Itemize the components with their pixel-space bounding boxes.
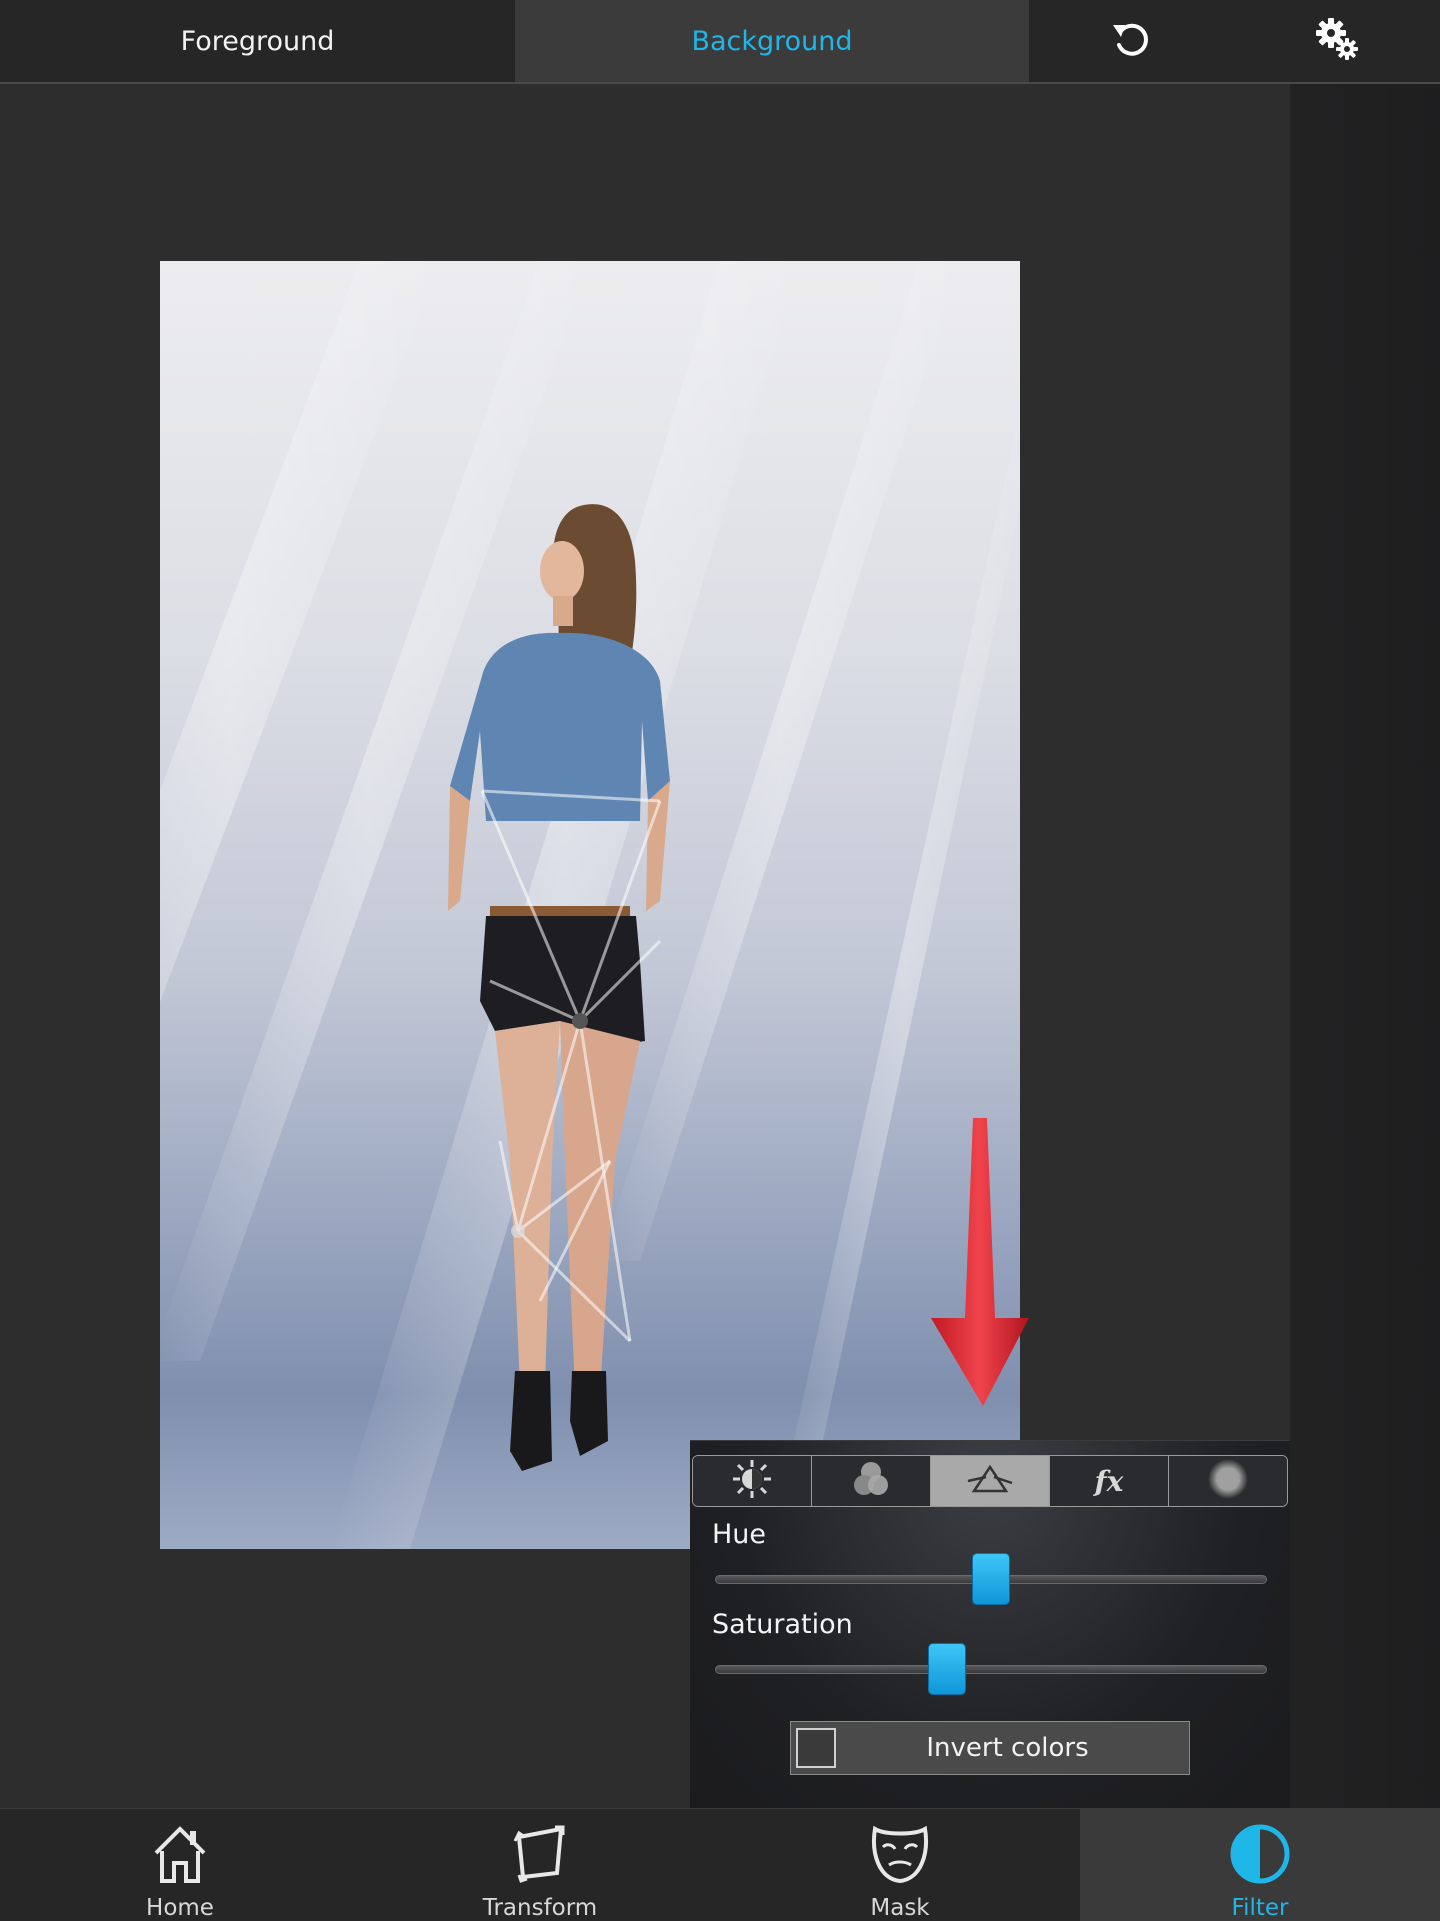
nav-mask[interactable]: Mask (720, 1809, 1080, 1921)
mask-node[interactable] (511, 1224, 525, 1238)
undo-button[interactable] (1071, 0, 1191, 82)
tab-foreground[interactable]: Foreground (0, 0, 515, 82)
nav-home-label: Home (146, 1895, 214, 1921)
tab-effects[interactable]: fx (1050, 1456, 1169, 1506)
saturation-slider-thumb[interactable] (927, 1643, 966, 1695)
tab-hue-saturation[interactable] (931, 1456, 1050, 1506)
tab-background[interactable]: Background (515, 0, 1029, 82)
transform-icon (509, 1823, 571, 1889)
nav-mask-label: Mask (870, 1895, 930, 1921)
invert-colors-toggle[interactable]: Invert colors (790, 1721, 1190, 1775)
filter-panel: fx Hue Saturation Invert colors (690, 1440, 1290, 1809)
gears-icon (1314, 16, 1360, 66)
photo-canvas[interactable] (160, 261, 1020, 1549)
bottom-nav: Home Transform Mask Filter (0, 1808, 1440, 1921)
tab-blur[interactable] (1169, 1456, 1287, 1506)
saturation-label: Saturation (712, 1609, 853, 1640)
top-bar: Foreground Background (0, 0, 1440, 84)
red-arrow-annotation (925, 1118, 1035, 1408)
home-icon (150, 1823, 210, 1889)
mask-node[interactable] (572, 1013, 588, 1029)
nav-filter[interactable]: Filter (1080, 1809, 1440, 1921)
nav-transform[interactable]: Transform (360, 1809, 720, 1921)
nav-home[interactable]: Home (0, 1809, 360, 1921)
tab-brightness[interactable] (693, 1456, 812, 1506)
hue-slider-thumb[interactable] (972, 1553, 1010, 1605)
invert-colors-label: Invert colors (926, 1733, 1089, 1763)
blur-icon (1206, 1457, 1250, 1505)
undo-icon (1109, 17, 1153, 65)
filter-icon (1229, 1823, 1291, 1889)
saturation-slider-track[interactable] (715, 1665, 1267, 1674)
composite-photo (160, 261, 1020, 1549)
invert-colors-checkbox[interactable] (796, 1728, 836, 1768)
filter-type-tabs: fx (692, 1455, 1288, 1507)
brightness-icon (730, 1457, 774, 1505)
color-channels-icon (849, 1457, 893, 1505)
nav-filter-label: Filter (1231, 1895, 1289, 1921)
hue-label: Hue (712, 1519, 767, 1550)
side-panel-area (1290, 84, 1440, 1808)
prism-hue-icon (966, 1459, 1014, 1503)
settings-button[interactable] (1277, 0, 1397, 82)
fx-icon: fx (1094, 1464, 1124, 1498)
nav-transform-label: Transform (482, 1895, 598, 1921)
mask-icon (869, 1823, 931, 1889)
tab-color-channels[interactable] (812, 1456, 931, 1506)
